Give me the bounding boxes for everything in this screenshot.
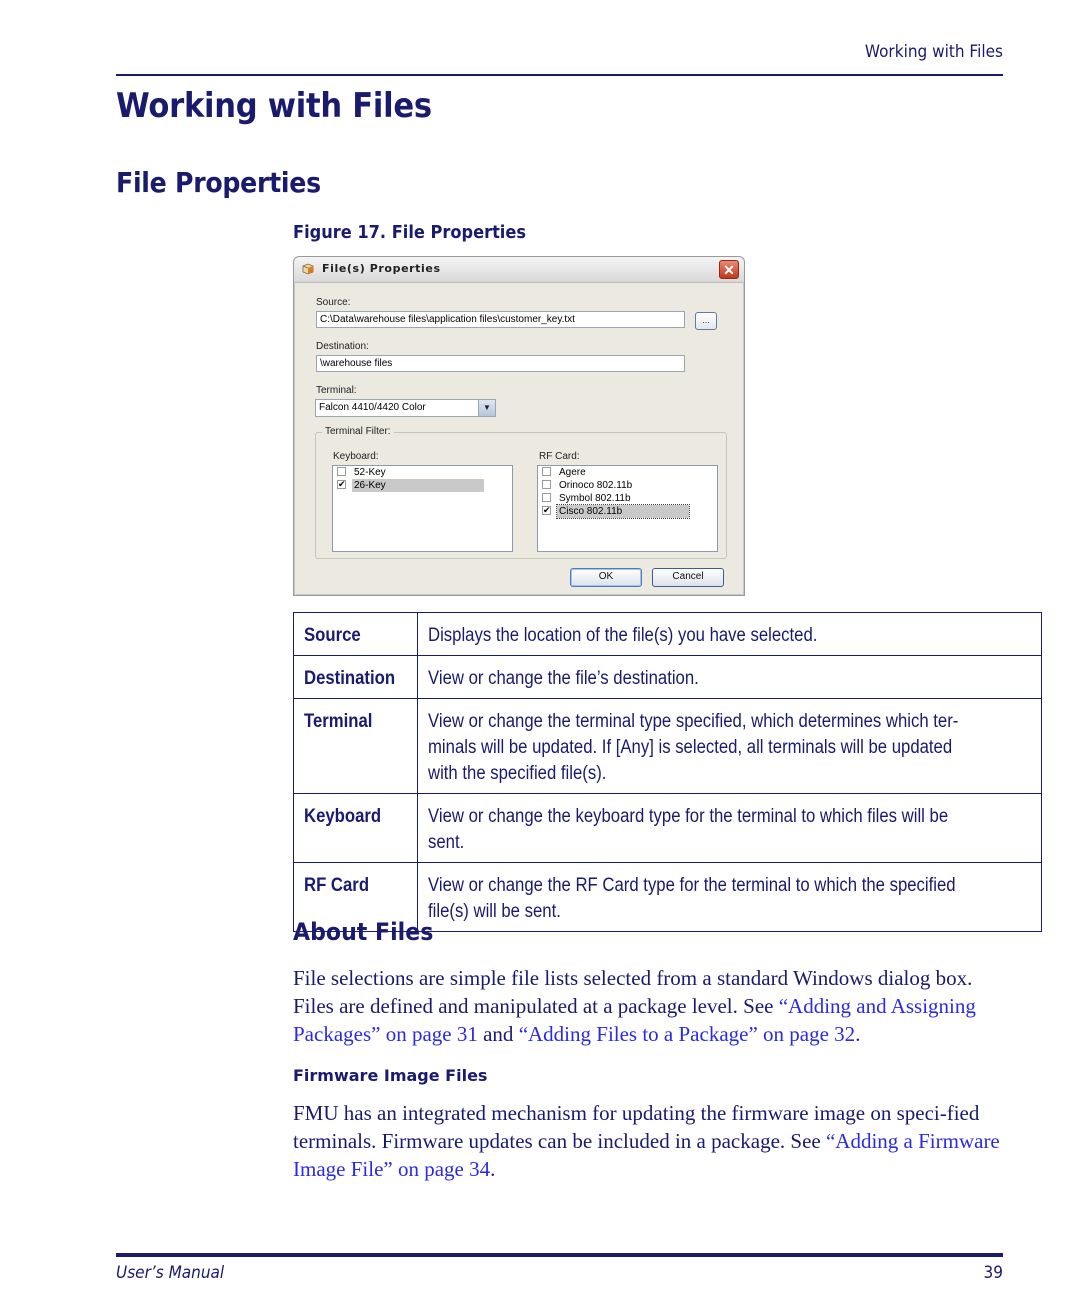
running-header: Working with Files bbox=[864, 42, 1003, 62]
checkbox-checked[interactable]: ✔ bbox=[337, 480, 346, 489]
file-properties-dialog: File(s) Properties ✕ Source: C:\Data\war… bbox=[293, 256, 745, 596]
checkbox[interactable] bbox=[542, 467, 551, 476]
term: RF Card bbox=[304, 875, 370, 896]
destination-field[interactable]: \warehouse files bbox=[316, 355, 685, 372]
term: Keyboard bbox=[304, 806, 382, 827]
footer-title: User’s Manual bbox=[116, 1263, 225, 1283]
rf-card-item-cisco[interactable]: ✔ Cisco 802.11b bbox=[538, 504, 717, 519]
dialog-titlebar: File(s) Properties ✕ bbox=[294, 257, 744, 283]
page-number: 39 bbox=[983, 1263, 1003, 1283]
terminal-select[interactable]: Falcon 4410/4420 Color ▼ bbox=[315, 399, 496, 417]
close-button[interactable]: ✕ bbox=[719, 260, 739, 279]
dialog-title: File(s) Properties bbox=[322, 262, 441, 275]
header-rule bbox=[116, 74, 1003, 76]
rf-card-item-symbol[interactable]: Symbol 802.11b bbox=[538, 492, 717, 505]
table-row: Source Displays the location of the file… bbox=[292, 612, 1043, 656]
description-line: sent. bbox=[428, 832, 465, 853]
checkbox[interactable] bbox=[542, 493, 551, 502]
terminal-select-value: Falcon 4410/4420 Color bbox=[319, 402, 426, 413]
rf-card-list[interactable]: Agere Orinoco 802.11b Symbol 802.11b ✔ C… bbox=[537, 465, 718, 552]
link-adding-files-to-package[interactable]: “Adding Files to a Package” on page 32 bbox=[519, 1022, 856, 1046]
description-line: View or change the terminal type specifi… bbox=[428, 711, 959, 732]
description-line: Displays the location of the file(s) you… bbox=[428, 625, 818, 646]
chapter-title: Working with Files bbox=[116, 86, 432, 126]
close-icon: ✕ bbox=[723, 262, 735, 278]
checkbox[interactable] bbox=[337, 467, 346, 476]
keyboard-label: Keyboard: bbox=[333, 451, 379, 462]
terminal-filter-label: Terminal Filter: bbox=[322, 426, 394, 437]
table-row: Keyboard View or change the keyboard typ… bbox=[292, 793, 1043, 863]
rf-card-label: RF Card: bbox=[539, 451, 580, 462]
description-line: View or change the keyboard type for the… bbox=[428, 806, 949, 827]
keyboard-list[interactable]: 52-Key ✔ 26-Key bbox=[332, 465, 513, 552]
firmware-heading: Firmware Image Files bbox=[293, 1066, 488, 1085]
firmware-paragraph: FMU has an integrated mechanism for upda… bbox=[293, 1101, 1000, 1181]
definitions-table: Source Displays the location of the file… bbox=[292, 612, 1043, 932]
terminal-filter-group: Terminal Filter: Keyboard: 52-Key ✔ 26-K… bbox=[315, 426, 727, 559]
description-line: minals will be updated. If [Any] is sele… bbox=[428, 737, 953, 758]
term: Destination bbox=[304, 668, 396, 689]
cancel-button[interactable]: Cancel bbox=[652, 568, 724, 587]
description-line: View or change the file’s destination. bbox=[428, 668, 700, 689]
package-icon bbox=[302, 263, 314, 275]
footer-rule bbox=[116, 1253, 1003, 1257]
about-files-heading: About Files bbox=[293, 918, 434, 946]
term: Source bbox=[304, 625, 361, 646]
table-row: Terminal View or change the terminal typ… bbox=[292, 698, 1043, 794]
term: Terminal bbox=[304, 711, 373, 732]
keyboard-item-52-key[interactable]: 52-Key bbox=[333, 466, 512, 479]
dialog-body: Source: C:\Data\warehouse files\applicat… bbox=[294, 282, 744, 595]
description-line: with the specified file(s). bbox=[428, 763, 607, 784]
ok-button[interactable]: OK bbox=[570, 568, 642, 587]
figure-caption: Figure 17. File Properties bbox=[293, 222, 527, 243]
chevron-down-icon[interactable]: ▼ bbox=[478, 400, 495, 416]
description-line: View or change the RF Card type for the … bbox=[428, 875, 957, 896]
terminal-label: Terminal: bbox=[316, 385, 357, 396]
table-row: Destination View or change the file’s de… bbox=[292, 655, 1043, 699]
rf-card-item-orinoco[interactable]: Orinoco 802.11b bbox=[538, 479, 717, 492]
section-title: File Properties bbox=[116, 166, 321, 199]
about-files-paragraph: File selections are simple file lists se… bbox=[293, 966, 976, 1046]
checkbox[interactable] bbox=[542, 480, 551, 489]
description-line: file(s) will be sent. bbox=[428, 901, 562, 922]
source-field[interactable]: C:\Data\warehouse files\application file… bbox=[316, 311, 685, 328]
browse-button[interactable]: ... bbox=[695, 312, 717, 330]
keyboard-item-26-key[interactable]: ✔ 26-Key bbox=[333, 479, 512, 492]
rf-card-item-agere[interactable]: Agere bbox=[538, 466, 717, 479]
destination-label: Destination: bbox=[316, 341, 369, 352]
checkbox-checked[interactable]: ✔ bbox=[542, 506, 551, 515]
source-label: Source: bbox=[316, 297, 351, 308]
